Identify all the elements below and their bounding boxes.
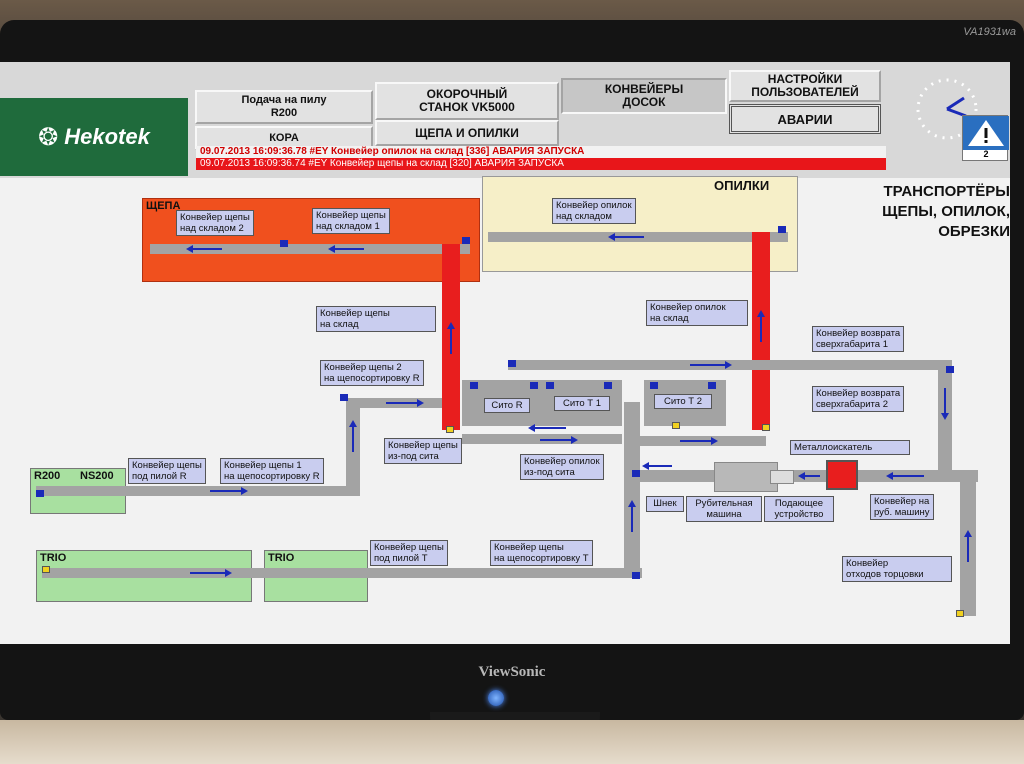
motor-indicator (762, 424, 770, 431)
nav-user-settings-button[interactable]: НАСТРОЙКИ ПОЛЬЗОВАТЕЛЕЙ (729, 70, 881, 102)
scada-screen: ❂ Hekotek Подача на пилу R200 ОКОРОЧНЫЙ … (0, 62, 1010, 644)
motor-indicator (530, 382, 538, 389)
flow-arrow (540, 436, 578, 444)
hekotek-logo-mark: ❂ (38, 123, 59, 151)
chips-over-store2-label[interactable]: Конвейер щепы над складом 2 (176, 210, 254, 236)
motor-indicator (36, 490, 44, 497)
sawdust-over-store-label[interactable]: Конвейер опилок над складом (552, 198, 636, 224)
metal-detector-label[interactable]: Металлоискатель (790, 440, 910, 455)
flow-arrow (608, 233, 644, 241)
feeder-device[interactable] (770, 470, 794, 484)
flow-arrow (447, 322, 455, 354)
chips-under-saw-t-label[interactable]: Конвейер щепы под пилой Т (370, 540, 448, 566)
chipper-label[interactable]: Рубительная машина (686, 496, 762, 522)
to-chipper-label[interactable]: Конвейер на руб. машину (870, 494, 934, 520)
warning-triangle-icon (963, 116, 1009, 150)
alarm-message[interactable]: 09.07.2013 16:09:36.74 #EY Конвейер щепы… (196, 158, 886, 170)
logo-text: Hekotek (64, 124, 150, 149)
motor-indicator (340, 394, 348, 401)
metal-detector[interactable] (826, 460, 858, 490)
monitor-brand: ViewSonic (478, 664, 546, 680)
alarm-message[interactable]: 09.07.2013 16:09:36.78 #EY Конвейер опил… (196, 146, 886, 158)
flow-arrow (328, 245, 364, 253)
alarm-messages: 09.07.2013 16:09:36.78 #EY Конвейер опил… (196, 146, 886, 174)
trim-waste-label[interactable]: Конвейер отходов торцовки (842, 556, 952, 582)
sawdust-from-sieve-label[interactable]: Конвейер опилок из-под сита (520, 454, 604, 480)
return-oversize1-label[interactable]: Конвейер возврата сверхгабарита 1 (812, 326, 905, 352)
motor-indicator (462, 237, 470, 244)
chips-to-store-label[interactable]: Конвейер щепы на склад (316, 306, 436, 332)
chips-from-sieve-label[interactable]: Конвейер щепы из-под сита (384, 438, 462, 464)
flow-arrow (386, 399, 424, 407)
motor-indicator (604, 382, 612, 389)
flow-arrow (964, 530, 972, 562)
motor-indicator (708, 382, 716, 389)
chips-over-store1-label[interactable]: Конвейер щепы над складом 1 (312, 208, 390, 234)
sieve-t2-label[interactable]: Сито Т 2 (654, 394, 712, 409)
flow-arrow (210, 487, 248, 495)
chipper-machine[interactable] (714, 462, 778, 492)
chips-under-saw-r-belt[interactable] (36, 486, 360, 496)
flow-arrow (349, 420, 357, 452)
motor-indicator (778, 226, 786, 233)
motor-indicator (946, 366, 954, 373)
monitor-model: VA1931wa (963, 26, 1016, 38)
warning-button[interactable]: 2 (962, 115, 1009, 161)
sieve-r-label[interactable]: Сито R (484, 398, 530, 413)
flow-arrow (941, 388, 949, 420)
flow-arrow (798, 472, 820, 480)
flow-arrow (757, 310, 765, 342)
ns200-label: NS200 (80, 470, 114, 482)
chips2-sort-r-label[interactable]: Конвейер щепы 2 на щепосортировку R (320, 360, 424, 386)
feeder-label[interactable]: Подающее устройство (764, 496, 834, 522)
nav-feed-saw-button[interactable]: Подача на пилу R200 (195, 90, 373, 124)
warning-count: 2 (983, 149, 989, 159)
flow-arrow (186, 245, 222, 253)
trio-label-1: TRIO (40, 552, 67, 564)
nav-chips-sawdust-button[interactable]: ЩЕПА И ОПИЛКИ (375, 120, 559, 146)
motor-indicator (546, 382, 554, 389)
power-button[interactable] (488, 690, 504, 706)
return-oversize2-label[interactable]: Конвейер возврата сверхгабарита 2 (812, 386, 905, 412)
chips1-sort-r-label[interactable]: Конвейер щепы 1 на щепосортировку R (220, 458, 324, 484)
nav-board-conveyors-button[interactable]: КОНВЕЙЕРЫ ДОСОК (561, 78, 727, 114)
chips-under-saw-t-belt[interactable] (42, 568, 642, 578)
flow-arrow (886, 472, 924, 480)
auger-label[interactable]: Шнек (646, 496, 684, 512)
logo: ❂ Hekotek (0, 98, 188, 176)
nav-debarker-button[interactable]: ОКОРОЧНЫЙ СТАНОК VK5000 (375, 82, 559, 120)
motor-indicator (672, 422, 680, 429)
flow-arrow (642, 462, 672, 470)
motor-indicator (42, 566, 50, 573)
sawdust-zone-label: ОПИЛКИ (714, 178, 770, 193)
motor-indicator (632, 470, 640, 477)
nav-alarms-button[interactable]: АВАРИИ (729, 104, 881, 134)
motor-indicator (508, 360, 516, 367)
motor-indicator (470, 382, 478, 389)
flow-arrow (628, 500, 636, 532)
page-title: ТРАНСПОРТЁРЫ ЩЕПЫ, ОПИЛОК, ОБРЕЗКИ (882, 183, 1010, 240)
r200-label: R200 (34, 470, 61, 482)
motor-indicator (956, 610, 964, 617)
flow-arrow (680, 437, 718, 445)
sawdust-to-store-label[interactable]: Конвейер опилок на склад (646, 300, 748, 326)
motor-indicator (632, 572, 640, 579)
sieve-t1-label[interactable]: Сито Т 1 (554, 396, 610, 411)
central-riser-belt[interactable] (624, 402, 640, 578)
motor-indicator (280, 240, 288, 247)
desk (0, 720, 1024, 764)
motor-indicator (446, 426, 454, 433)
chips-under-saw-r-label[interactable]: Конвейер щепы под пилой R (128, 458, 206, 484)
flow-arrow (528, 424, 566, 432)
chips-sort-t-label[interactable]: Конвейер щепы на щепосортировку Т (490, 540, 593, 566)
motor-indicator (650, 382, 658, 389)
flow-arrow (190, 569, 232, 577)
trio-label-2: TRIO (268, 552, 295, 564)
flow-arrow (690, 361, 732, 369)
